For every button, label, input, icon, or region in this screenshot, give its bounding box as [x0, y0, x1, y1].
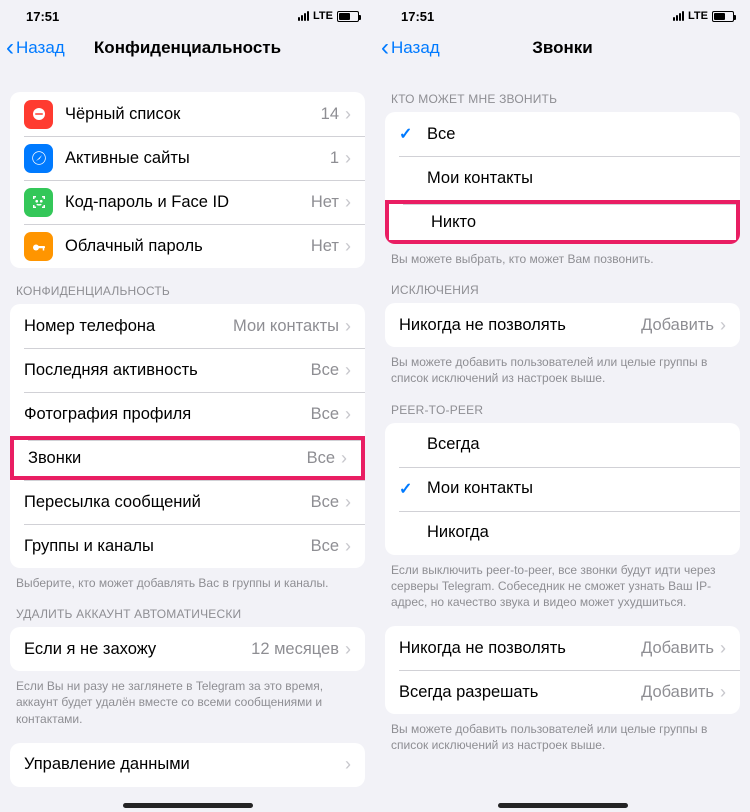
status-bar: 17:51 LTE	[375, 6, 750, 26]
who-can-call-header: КТО МОЖЕТ МНЕ ЗВОНИТЬ	[375, 92, 750, 112]
chevron-left-icon: ‹	[6, 36, 14, 60]
nav-bar: ‹ Назад Конфиденциальность	[0, 26, 375, 70]
row-delete-account[interactable]: Если я не захожу 12 месяцев ›	[10, 627, 365, 671]
chevron-left-icon: ‹	[381, 36, 389, 60]
delete-header: УДАЛИТЬ АККАУНТ АВТОМАТИЧЕСКИ	[0, 607, 375, 627]
row-calls[interactable]: Звонки Все ›	[10, 436, 365, 480]
bottom-footer: Вы можете добавить пользователей или цел…	[375, 714, 750, 753]
privacy-header: КОНФИДЕНЦИАЛЬНОСТЬ	[0, 284, 375, 304]
nav-title: Звонки	[532, 38, 593, 58]
safari-icon	[24, 144, 53, 173]
row-cloud-password[interactable]: Облачный пароль Нет ›	[10, 224, 365, 268]
row-active-sessions[interactable]: Активные сайты 1 ›	[10, 136, 365, 180]
chevron-right-icon: ›	[345, 148, 351, 169]
chevron-right-icon: ›	[345, 404, 351, 425]
status-time: 17:51	[401, 9, 434, 24]
chevron-right-icon: ›	[345, 104, 351, 125]
chevron-right-icon: ›	[720, 682, 726, 703]
row-never-allow-2[interactable]: Никогда не позволять Добавить ›	[385, 626, 740, 670]
signal-icon	[298, 11, 309, 21]
signal-icon	[673, 11, 684, 21]
option-my-contacts[interactable]: Мои контакты	[385, 156, 740, 200]
screen-privacy: 17:51 LTE ‹ Назад Конфиденциальность Чёр…	[0, 0, 375, 812]
chevron-right-icon: ›	[720, 315, 726, 336]
exceptions-header: ИСКЛЮЧЕНИЯ	[375, 283, 750, 303]
delete-footer: Если Вы ни разу не заглянете в Telegram …	[0, 671, 375, 727]
row-phone-number[interactable]: Номер телефона Мои контакты ›	[10, 304, 365, 348]
battery-icon	[337, 11, 359, 22]
p2p-footer: Если выключить peer-to-peer, все звонки …	[375, 555, 750, 611]
option-everyone[interactable]: ✓ Все	[385, 112, 740, 156]
chevron-right-icon: ›	[720, 638, 726, 659]
home-indicator	[498, 803, 628, 808]
row-data-management[interactable]: Управление данными ›	[10, 743, 365, 787]
chevron-right-icon: ›	[345, 536, 351, 557]
chevron-right-icon: ›	[345, 192, 351, 213]
back-button[interactable]: ‹ Назад	[375, 36, 440, 60]
checkmark-icon: ✓	[399, 479, 427, 499]
row-last-seen[interactable]: Последняя активность Все ›	[10, 348, 365, 392]
back-button[interactable]: ‹ Назад	[0, 36, 65, 60]
chevron-right-icon: ›	[345, 754, 351, 775]
p2p-always[interactable]: Всегда	[385, 423, 740, 467]
network-label: LTE	[688, 10, 708, 22]
chevron-right-icon: ›	[341, 448, 347, 469]
chevron-right-icon: ›	[345, 360, 351, 381]
blocklist-icon	[24, 100, 53, 129]
row-forwarding[interactable]: Пересылка сообщений Все ›	[10, 480, 365, 524]
p2p-never[interactable]: Никогда	[385, 511, 740, 555]
chevron-right-icon: ›	[345, 236, 351, 257]
row-never-allow[interactable]: Никогда не позволять Добавить ›	[385, 303, 740, 347]
chevron-right-icon: ›	[345, 639, 351, 660]
battery-icon	[712, 11, 734, 22]
chevron-right-icon: ›	[345, 316, 351, 337]
row-always-allow[interactable]: Всегда разрешать Добавить ›	[385, 670, 740, 714]
faceid-icon	[24, 188, 53, 217]
row-profile-photo[interactable]: Фотография профиля Все ›	[10, 392, 365, 436]
key-icon	[24, 232, 53, 261]
network-label: LTE	[313, 10, 333, 22]
p2p-header: PEER-TO-PEER	[375, 403, 750, 423]
privacy-footer: Выберите, кто может добавлять Вас в груп…	[0, 568, 375, 591]
status-time: 17:51	[26, 9, 59, 24]
checkmark-icon: ✓	[399, 124, 427, 144]
p2p-my-contacts[interactable]: ✓ Мои контакты	[385, 467, 740, 511]
chevron-right-icon: ›	[345, 492, 351, 513]
nav-bar: ‹ Назад Звонки	[375, 26, 750, 70]
row-blocklist[interactable]: Чёрный список 14 ›	[10, 92, 365, 136]
option-nobody[interactable]: Никто	[385, 200, 740, 244]
row-groups-channels[interactable]: Группы и каналы Все ›	[10, 524, 365, 568]
status-bar: 17:51 LTE	[0, 6, 375, 26]
screen-calls: 17:51 LTE ‹ Назад Звонки КТО МОЖЕТ МНЕ З…	[375, 0, 750, 812]
exceptions-footer: Вы можете добавить пользователей или цел…	[375, 347, 750, 386]
row-passcode-faceid[interactable]: Код-пароль и Face ID Нет ›	[10, 180, 365, 224]
nav-title: Конфиденциальность	[94, 38, 281, 58]
who-footer: Вы можете выбрать, кто может Вам позвони…	[375, 244, 750, 267]
home-indicator	[123, 803, 253, 808]
